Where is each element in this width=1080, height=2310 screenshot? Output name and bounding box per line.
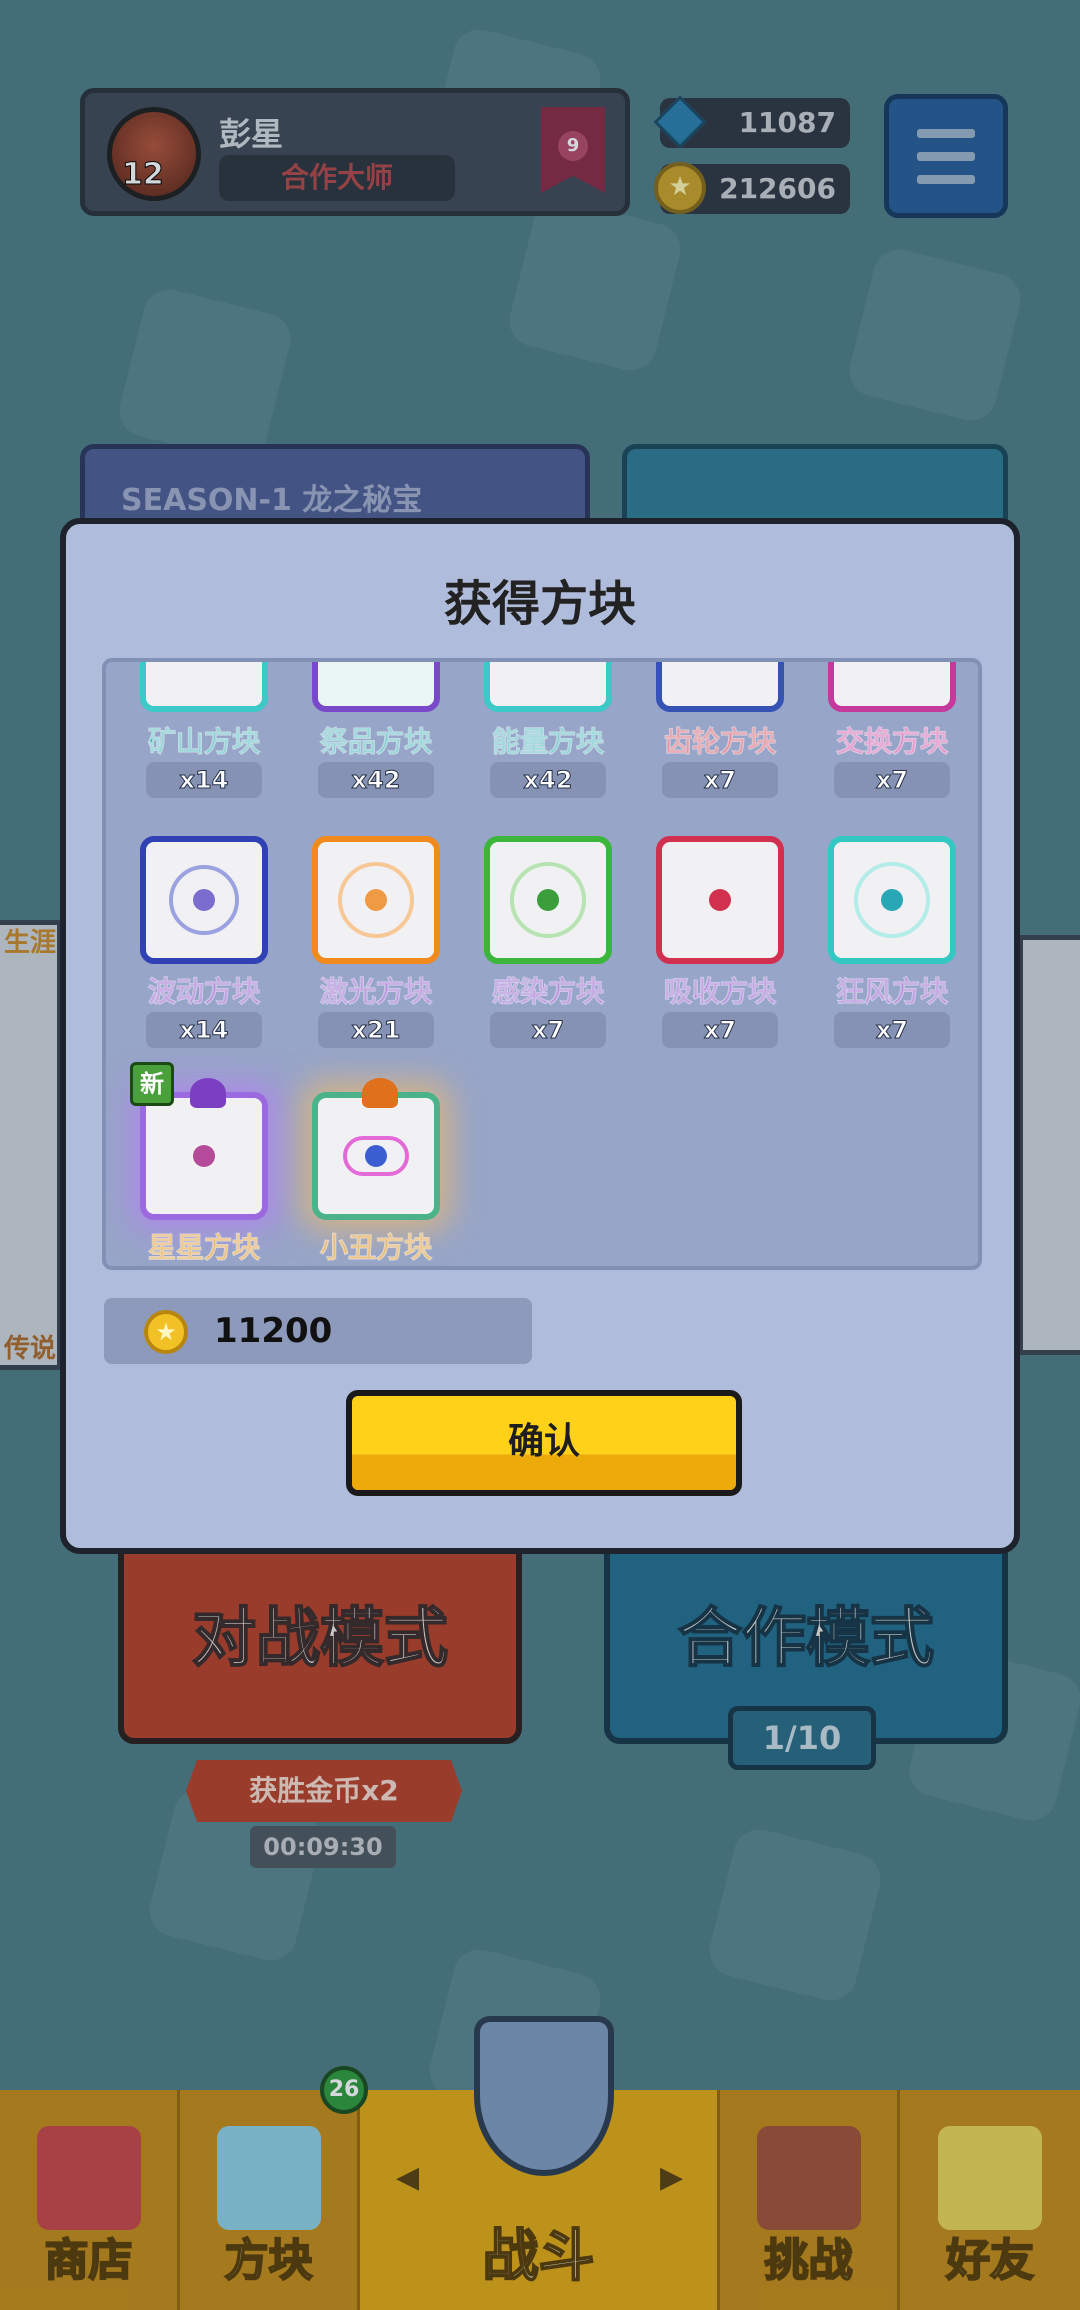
clown-block-icon[interactable]: [312, 1092, 440, 1220]
confirm-button[interactable]: 确认: [346, 1390, 742, 1496]
mine-block-icon: [140, 662, 268, 712]
block-count: x14: [146, 1012, 262, 1048]
star-block-crown-icon: [190, 1078, 226, 1108]
block-name: 波动方块: [147, 975, 260, 1009]
block-count: x7: [834, 1012, 950, 1048]
wave-dot: [193, 889, 215, 911]
block-name: 感染方块: [491, 975, 604, 1009]
star-dot: [193, 1145, 215, 1167]
block-count: x7: [662, 762, 778, 798]
laser-dot: [365, 889, 387, 911]
infection-dot: [537, 889, 559, 911]
wave-block-icon[interactable]: [140, 836, 268, 964]
block-count: x21: [318, 1012, 434, 1048]
offering-block-icon: [312, 662, 440, 712]
absorb-dot: [709, 889, 731, 911]
block-count: x7: [834, 762, 950, 798]
coin-icon: ★: [144, 1310, 188, 1354]
block-count: x14: [146, 762, 262, 798]
new-badge: 新: [130, 1062, 174, 1106]
block-name: 交换方块: [835, 725, 948, 759]
infection-block-icon[interactable]: [484, 836, 612, 964]
block-name: 激光方块: [319, 975, 432, 1009]
gale-block-icon[interactable]: [828, 836, 956, 964]
energy-block-icon: [484, 662, 612, 712]
block-name: 小丑方块: [319, 1231, 432, 1265]
modal-title: 获得方块: [443, 576, 636, 632]
block-name: 齿轮方块: [663, 725, 776, 759]
reward-modal: 获得方块 矿山方块 祭品方块 能量方块 齿轮方块 交换方块 x14 x42 x4…: [60, 518, 1020, 1554]
clown-block-crown-icon: [362, 1078, 398, 1108]
block-count: x42: [490, 762, 606, 798]
block-name: 星星方块: [147, 1231, 260, 1265]
block-name: 狂风方块: [835, 975, 948, 1009]
swap-block-icon: [828, 662, 956, 712]
gear-block-icon: [656, 662, 784, 712]
block-name: 吸收方块: [663, 975, 776, 1009]
absorb-block-icon[interactable]: [656, 836, 784, 964]
laser-block-icon[interactable]: [312, 836, 440, 964]
coins-earned-bar: ★ 11200: [104, 1298, 532, 1364]
block-name: 祭品方块: [319, 725, 432, 759]
clown-dot: [365, 1145, 387, 1167]
block-reward-grid[interactable]: 矿山方块 祭品方块 能量方块 齿轮方块 交换方块 x14 x42 x42 x7 …: [102, 658, 982, 1270]
block-count: x7: [490, 1012, 606, 1048]
block-name: 能量方块: [491, 725, 604, 759]
star-block-icon[interactable]: [140, 1092, 268, 1220]
coins-earned-amount: 11200: [214, 1311, 333, 1351]
gale-dot: [881, 889, 903, 911]
block-count: x7: [662, 1012, 778, 1048]
block-count: x42: [318, 762, 434, 798]
block-name: 矿山方块: [147, 725, 260, 759]
